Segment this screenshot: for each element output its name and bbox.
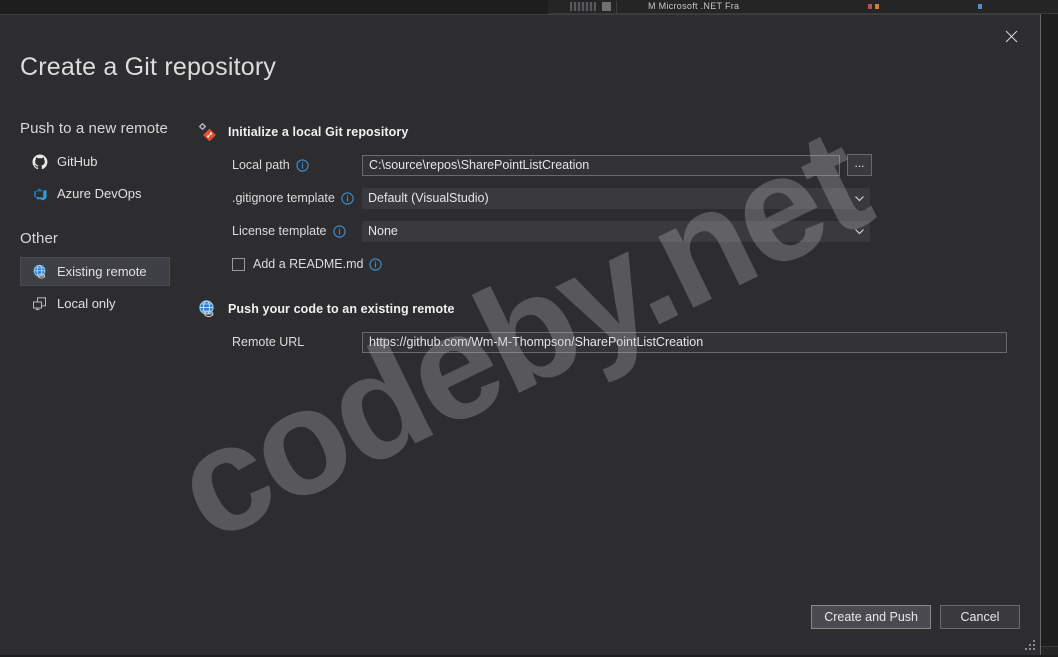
- readme-label-group: Add a README.md: [253, 257, 382, 271]
- gitignore-label-group: .gitignore template: [232, 191, 362, 205]
- background-separator: [616, 1, 617, 13]
- local-path-input[interactable]: [362, 155, 840, 176]
- remote-url-label: Remote URL: [232, 335, 362, 349]
- license-label-group: License template: [232, 224, 362, 238]
- globe-icon: [196, 298, 218, 320]
- section-header: Initialize a local Git repository: [196, 120, 1020, 144]
- info-icon[interactable]: [369, 258, 382, 271]
- sidebar: Push to a new remote GitHub Azure DevOps…: [0, 120, 190, 321]
- remote-url-row: Remote URL: [196, 331, 1020, 353]
- sidebar-item-local-only[interactable]: Local only: [20, 289, 170, 318]
- initialize-local-repository-section: Initialize a local Git repository Local …: [196, 120, 1020, 275]
- dialog-footer: Create and Push Cancel: [811, 605, 1020, 629]
- license-template-row: License template None: [196, 220, 1020, 242]
- browse-local-path-button[interactable]: ...: [847, 154, 872, 176]
- monitor-icon: [31, 295, 48, 312]
- background-dot: [875, 4, 879, 9]
- license-template-value: None: [368, 221, 398, 242]
- sidebar-heading-other: Other: [0, 230, 190, 247]
- sidebar-item-label: GitHub: [57, 154, 97, 169]
- local-path-row: Local path ...: [196, 154, 1020, 176]
- github-icon: [31, 153, 48, 170]
- git-repository-icon: [196, 121, 218, 143]
- license-template-select[interactable]: None: [362, 221, 870, 242]
- gitignore-template-value: Default (VisualStudio): [368, 188, 489, 209]
- local-path-label-group: Local path: [232, 158, 362, 172]
- page-title: Create a Git repository: [20, 53, 276, 82]
- create-git-repository-dialog: Create a Git repository Push to a new re…: [0, 14, 1041, 655]
- resize-grip[interactable]: [1023, 638, 1037, 652]
- background-toolbar-strip: M Microsoft .NET Fra: [548, 0, 1058, 14]
- add-readme-checkbox[interactable]: [232, 258, 245, 271]
- section-title: Initialize a local Git repository: [228, 125, 408, 139]
- close-icon[interactable]: [994, 21, 1028, 51]
- sidebar-item-label: Local only: [57, 296, 116, 311]
- chevron-down-icon: [855, 227, 864, 236]
- info-icon[interactable]: [333, 225, 346, 238]
- section-header: Push your code to an existing remote: [196, 297, 1020, 321]
- sidebar-item-azure-devops[interactable]: Azure DevOps: [20, 179, 170, 208]
- push-existing-remote-section: Push your code to an existing remote Rem…: [196, 297, 1020, 353]
- sidebar-item-label: Existing remote: [57, 264, 147, 279]
- background-chip: [570, 2, 596, 11]
- sidebar-heading-push-new-remote: Push to a new remote: [0, 120, 190, 137]
- chevron-down-icon: [855, 194, 864, 203]
- gitignore-template-select[interactable]: Default (VisualStudio): [362, 188, 870, 209]
- info-icon[interactable]: [296, 159, 309, 172]
- local-path-label: Local path: [232, 158, 290, 172]
- section-title: Push your code to an existing remote: [228, 302, 455, 316]
- background-chip: [602, 2, 611, 11]
- sidebar-item-label: Azure DevOps: [57, 186, 142, 201]
- info-icon[interactable]: [341, 192, 354, 205]
- background-dot: [978, 4, 982, 9]
- license-template-label: License template: [232, 224, 327, 238]
- cancel-button[interactable]: Cancel: [940, 605, 1020, 629]
- gitignore-template-label: .gitignore template: [232, 191, 335, 205]
- gitignore-template-row: .gitignore template Default (VisualStudi…: [196, 187, 1020, 209]
- sidebar-item-existing-remote[interactable]: Existing remote: [20, 257, 170, 286]
- form-area: Initialize a local Git repository Local …: [196, 120, 1020, 364]
- sidebar-item-github[interactable]: GitHub: [20, 147, 170, 176]
- background-toolbar-text: M Microsoft .NET Fra: [648, 1, 988, 12]
- readme-checkbox-row: Add a README.md: [196, 253, 1020, 275]
- remote-url-input[interactable]: [362, 332, 1007, 353]
- globe-icon: [31, 263, 48, 280]
- background-dot: [868, 4, 872, 9]
- create-and-push-button[interactable]: Create and Push: [811, 605, 931, 629]
- add-readme-label: Add a README.md: [253, 257, 363, 271]
- azure-devops-icon: [31, 185, 48, 202]
